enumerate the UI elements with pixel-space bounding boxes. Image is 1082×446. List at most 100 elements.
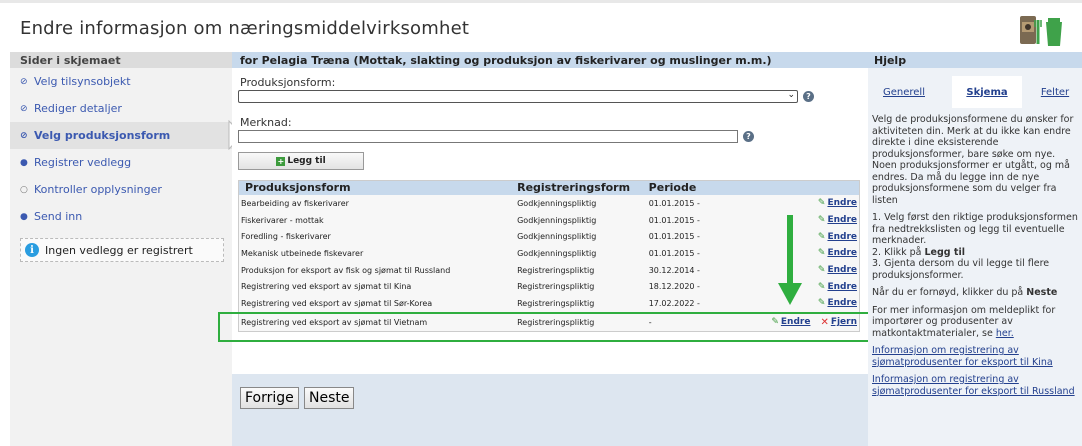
help-tabs: Generell Skjema Felter xyxy=(868,76,1082,108)
check-icon: ⊘ xyxy=(20,76,28,87)
table-row: Mekanisk utbeinede fiskevarer Godkjennin… xyxy=(239,245,859,262)
cell-reg: Godkjenningspliktig xyxy=(517,198,597,208)
help-step2: 2. Klikk på Legg til xyxy=(872,247,1078,259)
edit-link[interactable]: Endre xyxy=(827,265,857,275)
pencil-icon: ✎ xyxy=(817,231,826,242)
help-body: Velg de produksjonsformene du ønsker for… xyxy=(872,114,1078,403)
attachment-info-box: i Ingen vedlegg er registrert xyxy=(20,238,224,262)
produksjonsform-select[interactable]: ⌄ xyxy=(238,90,798,103)
pencil-icon: ✎ xyxy=(817,198,826,209)
help-more-info-link[interactable]: her. xyxy=(996,328,1014,339)
edit-link[interactable]: Endre xyxy=(827,198,857,208)
left-heading: Sider i skjemaet xyxy=(10,52,232,68)
merknad-input[interactable] xyxy=(238,130,738,143)
produksjonsform-label: Produksjonsform: xyxy=(240,76,336,89)
cell-form: Registrering ved eksport av sjømat til K… xyxy=(241,282,412,292)
cell-form: Foredling - fiskerivarer xyxy=(241,232,331,242)
help-step1: 1. Velg først den riktige produksjonsfor… xyxy=(872,212,1078,246)
cell-reg: Godkjenningspliktig xyxy=(517,232,597,242)
help-link-russland-wrap: Informasjon om registrering av sjømatpro… xyxy=(872,374,1078,397)
bullet-icon: ● xyxy=(20,211,28,222)
nav-label: Velg tilsynsobjekt xyxy=(34,75,131,88)
chevron-down-icon: ⌄ xyxy=(787,90,795,100)
plus-icon: + xyxy=(276,156,286,166)
help-panel: Hjelp Generell Skjema Felter Velg de pro… xyxy=(868,52,1082,446)
help-link-kina[interactable]: Informasjon om registrering av sjømatpro… xyxy=(872,345,1053,368)
tab-skjema[interactable]: Skjema xyxy=(952,76,1022,108)
help-heading: Hjelp xyxy=(868,52,1082,68)
cell-reg: Godkjenningspliktig xyxy=(517,248,597,258)
column-header: Registreringsform xyxy=(517,181,631,194)
nav-item-velg-produksjonsform[interactable]: ⊘ Velg produksjonsform xyxy=(10,120,243,150)
tab-felter[interactable]: Felter xyxy=(1030,76,1080,108)
nav-label: Rediger detaljer xyxy=(34,102,122,115)
check-icon: ⊘ xyxy=(20,103,28,114)
help-icon[interactable]: ? xyxy=(743,131,754,142)
help-more-info: For mer informasjon om meldeplikt for im… xyxy=(872,305,1078,340)
bottom-bar: Forrige Neste xyxy=(232,374,868,446)
cell-reg: Godkjenningspliktig xyxy=(517,215,597,225)
main-heading: for Pelagia Træna (Mottak, slakting og p… xyxy=(232,52,868,68)
cell-period: 30.12.2014 - xyxy=(648,265,700,275)
page-title: Endre informasjon om næringsmiddelvirkso… xyxy=(20,18,470,39)
cell-form: Mekanisk utbeinede fiskevarer xyxy=(241,248,364,258)
nav-label: Velg produksjonsform xyxy=(34,129,171,142)
attachment-info-text: Ingen vedlegg er registrert xyxy=(45,243,193,257)
previous-button[interactable]: Forrige xyxy=(240,387,299,409)
cell-period: 01.01.2015 - xyxy=(648,232,700,242)
help-intro: Velg de produksjonsformene du ønsker for… xyxy=(872,114,1074,206)
table-row: Produksjon for eksport av fisk og sjømat… xyxy=(239,262,859,279)
edit-link[interactable]: Endre xyxy=(827,215,857,225)
help-step2-bold: Legg til xyxy=(924,246,965,258)
edit-link[interactable]: Endre xyxy=(827,298,857,308)
help-link-kina-wrap: Informasjon om registrering av sjømatpro… xyxy=(872,345,1078,368)
edit-link[interactable]: Endre xyxy=(827,282,857,292)
help-step3: 3. Gjenta dersom du vil legge til flere … xyxy=(872,258,1050,281)
form-steps-nav: ⊘ Velg tilsynsobjekt ⊘ Rediger detaljer ⊘ V… xyxy=(10,68,243,230)
pencil-icon: ✎ xyxy=(817,281,826,292)
circle-icon: ○ xyxy=(20,184,28,195)
cell-form: Produksjon for eksport av fisk og sjømat… xyxy=(241,265,451,275)
cell-form: Fiskerivarer - mottak xyxy=(241,215,324,225)
check-icon: ⊘ xyxy=(20,130,28,141)
bullet-icon: ● xyxy=(20,157,28,168)
help-done-text: Når du er fornøyd, klikker du på xyxy=(872,287,1027,298)
help-done: Når du er fornøyd, klikker du på Neste xyxy=(872,287,1078,299)
table-header: Produksjonsform Registreringsform Period… xyxy=(239,181,859,195)
nav-item-kontroller-opplysninger[interactable]: ○ Kontroller opplysninger xyxy=(10,176,232,203)
production-forms-table: Produksjonsform Registreringsform Period… xyxy=(238,180,860,332)
cell-period: 17.02.2022 - xyxy=(648,298,700,308)
cell-period: 01.01.2015 - xyxy=(648,198,700,208)
help-icon[interactable]: ? xyxy=(803,91,814,102)
pencil-icon: ✎ xyxy=(817,298,826,309)
help-link-russland[interactable]: Informasjon om registrering av sjømatpro… xyxy=(872,374,1075,397)
add-button-label: Legg til xyxy=(287,156,326,166)
nav-item-velg-tilsynsobjekt[interactable]: ⊘ Velg tilsynsobjekt xyxy=(10,68,232,95)
pencil-icon: ✎ xyxy=(817,265,826,276)
cell-reg: Registreringspliktig xyxy=(517,298,595,308)
merknad-label: Merknad: xyxy=(240,116,292,129)
add-button[interactable]: + Legg til xyxy=(238,152,364,170)
info-icon: i xyxy=(25,243,39,257)
nav-label: Kontroller opplysninger xyxy=(34,183,162,196)
pencil-icon: ✎ xyxy=(817,248,826,259)
edit-link[interactable]: Endre xyxy=(827,248,857,258)
next-button[interactable]: Neste xyxy=(304,387,355,409)
cell-reg: Registreringspliktig xyxy=(517,265,595,275)
help-done-bold: Neste xyxy=(1026,287,1058,298)
annotation-arrow-icon xyxy=(778,215,802,305)
nav-item-rediger-detaljer[interactable]: ⊘ Rediger detaljer xyxy=(10,95,232,122)
highlight-box xyxy=(218,312,870,342)
cell-period: 18.12.2020 - xyxy=(648,282,700,292)
nav-item-send-inn[interactable]: ● Send inn xyxy=(10,203,232,230)
left-panel: Sider i skjemaet ⊘ Velg tilsynsobjekt ⊘ Re… xyxy=(10,52,243,446)
cell-reg: Registreringspliktig xyxy=(517,282,595,292)
pencil-icon: ✎ xyxy=(817,215,826,226)
table-row: Registrering ved eksport av sjømat til S… xyxy=(239,295,859,312)
column-header: Produksjonsform xyxy=(245,181,351,194)
nav-item-registrer-vedlegg[interactable]: ● Registrer vedlegg xyxy=(10,149,232,176)
nav-label: Send inn xyxy=(34,210,83,223)
table-row: Fiskerivarer - mottak Godkjenningsplikti… xyxy=(239,212,859,229)
tab-generell[interactable]: Generell xyxy=(872,76,936,108)
edit-link[interactable]: Endre xyxy=(827,232,857,242)
